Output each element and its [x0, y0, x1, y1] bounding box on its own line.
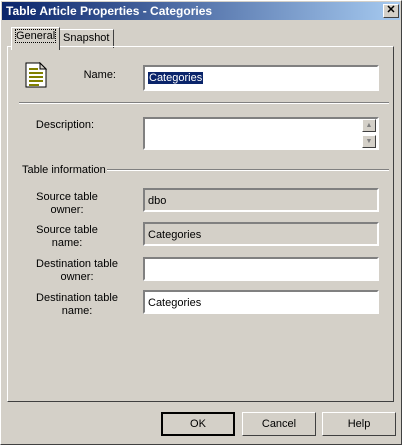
document-icon	[25, 62, 47, 88]
close-button[interactable]: ✕	[383, 4, 399, 18]
properties-dialog: Table Article Properties - Categories ✕ …	[0, 0, 402, 445]
tab-general[interactable]: General	[11, 27, 61, 50]
dest-name-label: Destination table name:	[31, 292, 123, 318]
window-title: Table Article Properties - Categories	[6, 4, 213, 18]
source-owner-label-line1: Source table	[36, 191, 98, 203]
table-info-separator	[107, 169, 389, 171]
tab-snapshot-label: Snapshot	[63, 32, 110, 44]
table-info-heading: Table information	[22, 164, 106, 176]
description-label: Description:	[35, 119, 94, 131]
source-owner-label: Source table owner:	[27, 191, 107, 217]
source-name-value: Categories	[148, 229, 202, 241]
dest-name-field[interactable]: Categories	[143, 290, 379, 314]
name-value: Categories	[148, 72, 204, 84]
source-name-label-line2: name:	[51, 237, 83, 249]
cancel-button[interactable]: Cancel	[242, 412, 316, 436]
dest-owner-label: Destination table owner:	[31, 258, 123, 284]
source-owner-field: dbo	[143, 188, 379, 212]
separator	[19, 102, 389, 104]
description-field[interactable]	[143, 117, 379, 150]
scroll-up-button[interactable]: ▲	[362, 119, 376, 132]
source-name-label-line1: Source table	[36, 224, 98, 236]
source-owner-label-line2: owner:	[50, 204, 84, 216]
dest-name-value: Categories	[148, 297, 202, 309]
dest-name-label-line1: Destination table	[36, 292, 118, 304]
help-button[interactable]: Help	[322, 412, 396, 436]
ok-button[interactable]: OK	[161, 412, 235, 436]
source-owner-value: dbo	[148, 195, 167, 207]
close-icon: ✕	[386, 4, 396, 16]
dest-owner-field[interactable]	[143, 257, 379, 281]
name-field[interactable]: Categories	[143, 65, 379, 91]
tab-general-label: General	[14, 29, 57, 43]
name-label: Name:	[83, 69, 116, 81]
source-name-label: Source table name:	[27, 224, 107, 250]
dest-owner-label-line1: Destination table	[36, 258, 118, 270]
title-bar[interactable]: Table Article Properties - Categories ✕	[2, 2, 400, 20]
scroll-down-button[interactable]: ▼	[362, 135, 376, 148]
dest-name-label-line2: name:	[61, 305, 93, 317]
dest-owner-label-line2: owner:	[60, 271, 94, 283]
source-name-field: Categories	[143, 222, 379, 246]
